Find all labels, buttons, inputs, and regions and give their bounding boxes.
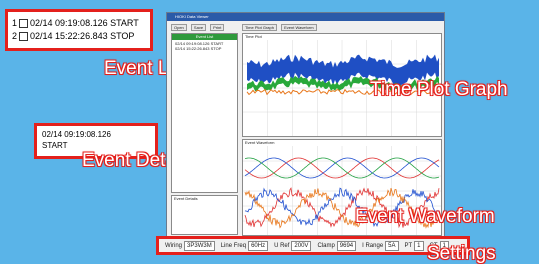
setting-pt: PT 1	[404, 240, 424, 251]
time-plot-label: Time Plot	[245, 34, 262, 39]
event-list-item[interactable]: 02/14 15:22:26.843 STOP	[172, 46, 237, 51]
event-list-zoom-row[interactable]: 1 02/14 09:19:08.126 START	[12, 17, 146, 30]
setting-label: Clamp	[317, 242, 335, 249]
app-window: HIOKI Data Viewer Open Save Print Event …	[166, 12, 445, 237]
settings-bar: Wiring 3P3W3M Line Freq 60Hz U Ref 200V Cla…	[156, 236, 470, 255]
event-details-label: Event Details	[174, 196, 198, 201]
right-toolbar: Time Plot Graph Event Waveform	[242, 24, 442, 31]
setting-clamp: Clamp 9694	[317, 240, 357, 251]
event-list-header: Event List	[172, 34, 237, 40]
callout-settings: Settings	[427, 243, 496, 264]
app-titlebar: HIOKI Data Viewer	[167, 13, 444, 21]
event-index: 1	[12, 18, 18, 28]
setting-wiring: Wiring 3P3W3M	[165, 240, 215, 251]
event-list-zoom-row[interactable]: 2 02/14 15:22:26.843 STOP	[12, 30, 146, 43]
setting-label: Wiring	[165, 242, 183, 249]
event-text: 02/14 09:19:08.126 START	[30, 18, 139, 28]
setting-u-ref: U Ref 200V	[274, 240, 312, 251]
setting-line-freq: Line Freq 60Hz	[220, 240, 269, 251]
setting-label: PT	[404, 242, 413, 249]
event-list-zoom: 1 02/14 09:19:08.126 START 2 02/14 15:22…	[5, 9, 153, 51]
setting-label: U Ref	[274, 242, 290, 249]
waveform-label: Event Waveform	[245, 140, 275, 145]
setting-value: 200V	[291, 240, 312, 251]
setting-value: 9694	[336, 240, 357, 251]
event-list-panel: Event List 02/14 09:19:08.126 START 02/1…	[171, 33, 238, 193]
left-pane: Open Save Print Event List 02/14 09:19:0…	[171, 24, 238, 236]
tab-time-plot[interactable]: Time Plot Graph	[242, 24, 277, 31]
setting-value: 1	[414, 240, 424, 251]
left-toolbar: Open Save Print	[171, 24, 238, 31]
setting-i-range: I Range 5A	[362, 240, 399, 251]
tab-event-waveform[interactable]: Event Waveform	[281, 24, 317, 31]
right-pane: Time Plot Graph Event Waveform Time Plot…	[242, 24, 442, 236]
setting-value: 5A	[385, 240, 399, 251]
open-button[interactable]: Open	[171, 24, 187, 31]
event-checkbox-icon[interactable]	[19, 32, 29, 41]
setting-value: 60Hz	[248, 240, 269, 251]
event-checkbox-icon[interactable]	[19, 19, 29, 28]
event-details-time: 02/14 09:19:08.126	[42, 130, 111, 139]
event-text: 02/14 15:22:26.843 STOP	[30, 31, 135, 41]
setting-value: 3P3W3M	[184, 240, 215, 251]
print-button[interactable]: Print	[210, 24, 225, 31]
setting-label: Line Freq	[220, 242, 247, 249]
callout-time-plot: Time Plot Graph	[370, 79, 508, 100]
setting-label: I Range	[362, 242, 384, 249]
event-details-panel: Event Details	[171, 195, 238, 235]
event-index: 2	[12, 31, 18, 41]
save-button[interactable]: Save	[190, 24, 207, 31]
callout-event-waveform: Event Waveform	[355, 206, 495, 227]
